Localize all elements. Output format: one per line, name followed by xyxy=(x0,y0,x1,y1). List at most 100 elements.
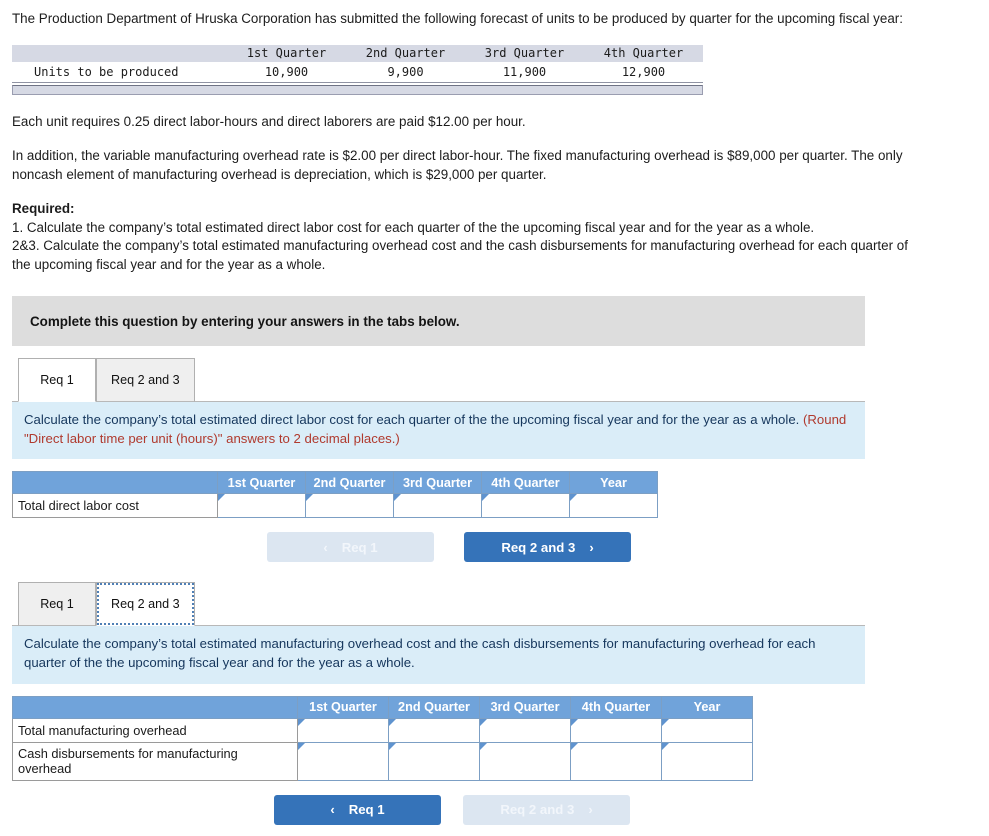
chevron-left-icon: ‹ xyxy=(330,802,335,818)
panel1-instruction-text-2: a whole. xyxy=(750,412,800,427)
total-overhead-q1-input[interactable] xyxy=(298,718,388,742)
tabstrip-bottom: Req 1 Req 2 and 3 xyxy=(12,580,865,627)
direct-labor-header-q3: 3rd Quarter xyxy=(393,471,482,495)
overhead-fact: In addition, the variable manufacturing … xyxy=(12,147,928,184)
forecast-header-q3: 3rd Quarter xyxy=(465,44,584,62)
direct-labor-row-label: Total direct labor cost xyxy=(12,493,218,519)
complete-question-banner-text: Complete this question by entering your … xyxy=(30,313,460,329)
cash-disbursements-year-cell[interactable] xyxy=(661,741,753,781)
tab-req-2-and-3-bottom[interactable]: Req 2 and 3 xyxy=(96,582,195,627)
total-overhead-q4-cell[interactable] xyxy=(570,717,662,743)
panel2-prev-button-label: Req 1 xyxy=(348,802,385,818)
direct-labor-q1-cell[interactable] xyxy=(217,493,306,519)
direct-labor-q1-input[interactable] xyxy=(218,494,305,518)
direct-labor-header-blank xyxy=(12,471,218,495)
overhead-header-year: Year xyxy=(661,695,753,719)
complete-question-banner: Complete this question by entering your … xyxy=(12,296,865,346)
table-row: Total manufacturing overhead xyxy=(12,717,753,743)
direct-labor-q2-input[interactable] xyxy=(306,494,393,518)
chevron-right-icon: › xyxy=(588,802,593,818)
tab-req-2-and-3-bottom-label: Req 2 and 3 xyxy=(111,597,180,612)
cash-disbursements-q1-input[interactable] xyxy=(298,742,388,780)
direct-labor-q3-cell[interactable] xyxy=(393,493,482,519)
forecast-row-label: Units to be produced xyxy=(12,61,227,83)
direct-labor-q3-input[interactable] xyxy=(394,494,481,518)
overhead-header-q1: 1st Quarter xyxy=(297,695,389,719)
forecast-header-q1: 1st Quarter xyxy=(227,44,346,62)
question-page: The Production Department of Hruska Corp… xyxy=(0,0,989,825)
required-item-1: 1. Calculate the company’s total estimat… xyxy=(12,219,815,235)
forecast-value-q3: 11,900 xyxy=(465,61,584,83)
cash-disbursements-q2-cell[interactable] xyxy=(388,741,480,781)
forecast-value-q4: 12,900 xyxy=(584,61,703,83)
panel1-prev-button[interactable]: ‹ Req 1 xyxy=(267,532,434,563)
tab-req-1-top[interactable]: Req 1 xyxy=(18,358,96,402)
chevron-left-icon: ‹ xyxy=(323,539,328,555)
panel2-nav-row: ‹ Req 1 Req 2 and 3 › xyxy=(12,794,977,825)
forecast-value-q2: 9,900 xyxy=(346,61,465,83)
panel2-instruction-bar: Calculate the company’s total estimated … xyxy=(12,626,865,684)
direct-labor-cost-table: 1st Quarter 2nd Quarter 3rd Quarter 4th … xyxy=(12,471,658,519)
tab-req-2-and-3-top-label: Req 2 and 3 xyxy=(111,373,180,387)
total-overhead-q3-cell[interactable] xyxy=(479,717,571,743)
tab-req-1-bottom[interactable]: Req 1 xyxy=(18,582,96,627)
direct-labor-q4-cell[interactable] xyxy=(481,493,570,519)
required-item-2: 2&3. Calculate the company’s total estim… xyxy=(12,238,908,272)
total-overhead-q1-cell[interactable] xyxy=(297,717,389,743)
intro-text: The Production Department of Hruska Corp… xyxy=(12,11,903,26)
panel1-prev-button-label: Req 1 xyxy=(341,539,378,555)
forecast-table-footer-bar xyxy=(12,84,703,95)
forecast-value-q1: 10,900 xyxy=(227,61,346,83)
total-overhead-q3-input[interactable] xyxy=(480,718,570,742)
forecast-header-q4: 4th Quarter xyxy=(584,44,703,62)
cash-disbursements-q1-cell[interactable] xyxy=(297,741,389,781)
panel2-prev-button[interactable]: ‹ Req 1 xyxy=(274,794,441,825)
total-overhead-q2-input[interactable] xyxy=(389,718,479,742)
table-row: Total direct labor cost xyxy=(12,493,658,519)
panel1-next-button-label: Req 2 and 3 xyxy=(501,539,576,555)
chevron-right-icon: › xyxy=(589,539,594,555)
direct-labor-year-input[interactable] xyxy=(570,494,657,518)
direct-labor-q4-input[interactable] xyxy=(482,494,569,518)
total-overhead-q4-input[interactable] xyxy=(571,718,661,742)
required-heading: Required: xyxy=(12,201,75,216)
manufacturing-overhead-table: 1st Quarter 2nd Quarter 3rd Quarter 4th … xyxy=(12,695,753,781)
cash-disbursements-q4-input[interactable] xyxy=(571,742,661,780)
table-row: Cash disbursements for manufacturing ove… xyxy=(12,741,753,781)
forecast-table: 1st Quarter 2nd Quarter 3rd Quarter 4th … xyxy=(12,44,703,83)
total-overhead-q2-cell[interactable] xyxy=(388,717,480,743)
panel2-next-button[interactable]: Req 2 and 3 › xyxy=(463,794,630,825)
direct-labor-header-row: 1st Quarter 2nd Quarter 3rd Quarter 4th … xyxy=(12,471,658,495)
tabstrip-top: Req 1 Req 2 and 3 xyxy=(12,356,865,402)
direct-labor-header-q1: 1st Quarter xyxy=(217,471,306,495)
panel1-instruction-text: Calculate the company’s total estimated … xyxy=(24,412,747,427)
cash-disbursements-year-input[interactable] xyxy=(662,742,752,780)
forecast-header-blank xyxy=(12,44,227,62)
panel1-next-button[interactable]: Req 2 and 3 › xyxy=(464,532,631,563)
direct-labor-header-q4: 4th Quarter xyxy=(481,471,570,495)
tab-req-2-and-3-top[interactable]: Req 2 and 3 xyxy=(96,358,195,402)
direct-labor-q2-cell[interactable] xyxy=(305,493,394,519)
panel2-next-button-label: Req 2 and 3 xyxy=(500,802,575,818)
total-overhead-year-cell[interactable] xyxy=(661,717,753,743)
cash-disbursements-q2-input[interactable] xyxy=(389,742,479,780)
forecast-data-row: Units to be produced 10,900 9,900 11,900… xyxy=(12,61,703,83)
cash-disbursements-q3-input[interactable] xyxy=(480,742,570,780)
overhead-header-blank xyxy=(12,695,298,719)
cash-disbursements-row-label: Cash disbursements for manufacturing ove… xyxy=(12,741,298,781)
panel1-nav-row: ‹ Req 1 Req 2 and 3 › xyxy=(12,532,977,563)
forecast-table-wrapper: 1st Quarter 2nd Quarter 3rd Quarter 4th … xyxy=(12,44,703,95)
labor-fact: Each unit requires 0.25 direct labor-hou… xyxy=(12,113,928,132)
forecast-header-row: 1st Quarter 2nd Quarter 3rd Quarter 4th … xyxy=(12,44,703,62)
overhead-header-q4: 4th Quarter xyxy=(570,695,662,719)
cash-disbursements-q3-cell[interactable] xyxy=(479,741,571,781)
panel2-instruction-text: Calculate the company’s total estimated … xyxy=(24,636,784,652)
overhead-header-q3: 3rd Quarter xyxy=(479,695,571,719)
direct-labor-year-cell[interactable] xyxy=(569,493,658,519)
total-overhead-year-input[interactable] xyxy=(662,718,752,742)
intro-paragraph: The Production Department of Hruska Corp… xyxy=(12,10,928,29)
overhead-header-q2: 2nd Quarter xyxy=(388,695,480,719)
cash-disbursements-q4-cell[interactable] xyxy=(570,741,662,781)
overhead-header-row: 1st Quarter 2nd Quarter 3rd Quarter 4th … xyxy=(12,695,753,719)
overhead-fact-text: In addition, the variable manufacturing … xyxy=(12,148,903,182)
